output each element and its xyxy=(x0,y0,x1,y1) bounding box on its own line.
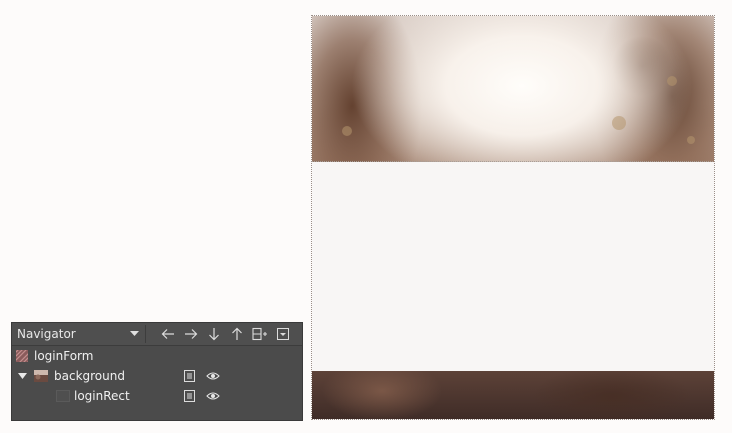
form-icon xyxy=(13,347,31,365)
eye-icon[interactable] xyxy=(205,368,221,384)
add-to-group-icon[interactable] xyxy=(248,324,271,344)
toolbar-separator xyxy=(145,325,146,343)
arrow-left-icon[interactable] xyxy=(156,324,179,344)
navigator-title: Navigator xyxy=(17,327,76,341)
tree-item-background[interactable]: background xyxy=(12,366,302,386)
background-image-top xyxy=(312,16,714,162)
image-icon xyxy=(34,370,48,382)
expand-triangle-icon[interactable] xyxy=(16,372,28,380)
tree-item-loginform[interactable]: loginForm xyxy=(12,346,302,366)
tree-item-label: loginForm xyxy=(34,349,94,363)
login-rect[interactable] xyxy=(312,161,714,372)
tree-item-loginrect[interactable]: loginRect xyxy=(12,386,302,406)
eye-icon[interactable] xyxy=(205,388,221,404)
background-image-bottom xyxy=(312,371,714,419)
navigator-panel: Navigator loginForm background loginRect xyxy=(11,322,303,421)
arrow-down-icon[interactable] xyxy=(202,324,225,344)
tree-item-label: background xyxy=(54,369,125,383)
navigator-header: Navigator xyxy=(12,323,302,346)
chevron-down-icon[interactable] xyxy=(129,329,139,339)
rectangle-icon xyxy=(56,390,70,402)
export-toggle-icon[interactable] xyxy=(181,388,197,404)
design-canvas[interactable] xyxy=(311,15,715,420)
arrow-up-icon[interactable] xyxy=(225,324,248,344)
filter-icon[interactable] xyxy=(271,324,294,344)
export-toggle-icon[interactable] xyxy=(181,368,197,384)
arrow-right-icon[interactable] xyxy=(179,324,202,344)
tree-item-label: loginRect xyxy=(74,389,130,403)
